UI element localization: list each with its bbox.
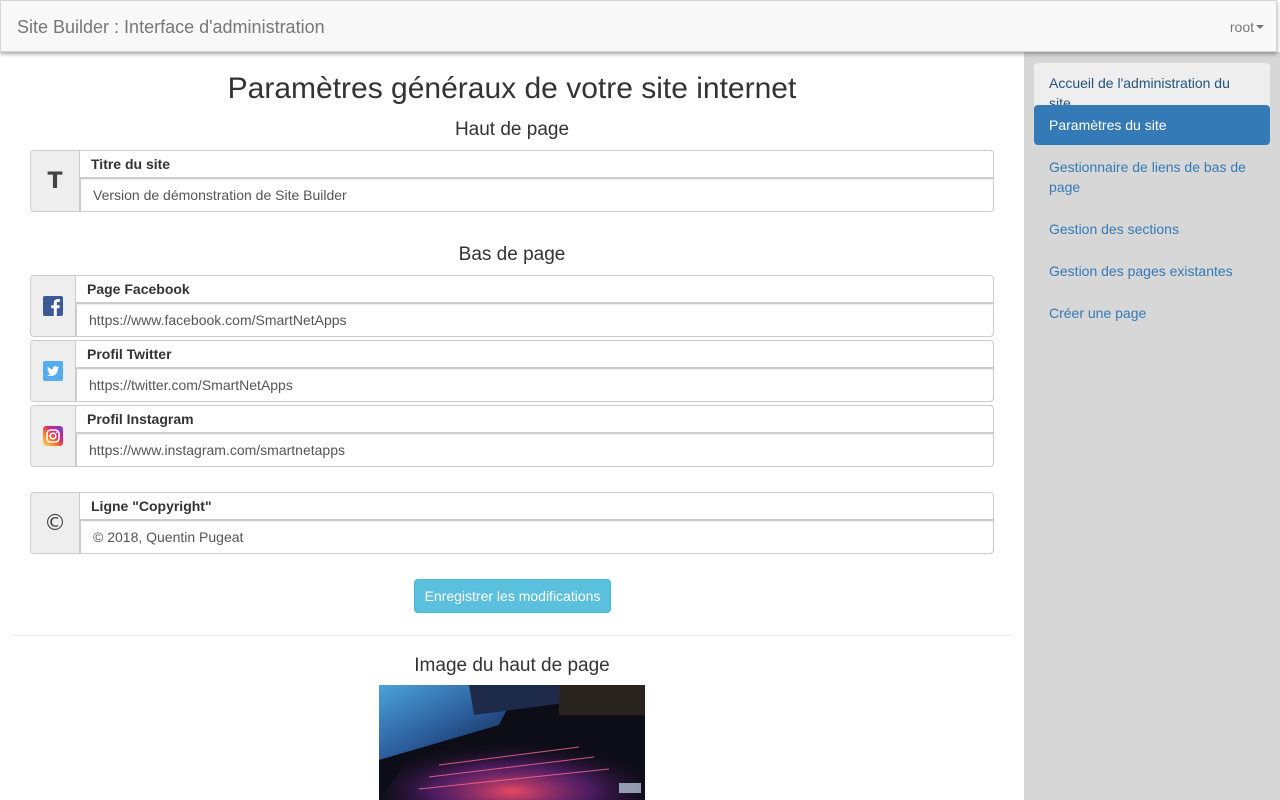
twitter-icon — [43, 361, 63, 381]
facebook-addon — [31, 276, 76, 336]
site-title-addon: T — [31, 151, 80, 211]
user-dropdown[interactable]: root — [1230, 19, 1264, 35]
site-title-label: Titre du site — [91, 156, 171, 172]
facebook-label: Page Facebook — [87, 281, 190, 297]
site-title-group: T Titre du site — [30, 150, 994, 212]
instagram-icon — [43, 426, 63, 446]
facebook-group: Page Facebook — [30, 275, 994, 337]
save-button[interactable]: Enregistrer les modifications — [414, 579, 611, 613]
copyright-addon: © — [31, 493, 80, 553]
sidebar-item-pages[interactable]: Gestion des pages existantes — [1034, 251, 1270, 291]
site-title-input[interactable] — [80, 178, 994, 212]
top-navbar: Site Builder : Interface d'administratio… — [0, 0, 1277, 52]
caret-down-icon — [1256, 25, 1264, 29]
twitter-addon — [31, 341, 76, 401]
header-image — [379, 685, 645, 800]
instagram-label: Profil Instagram — [87, 411, 194, 427]
header-image-title: Image du haut de page — [414, 655, 610, 676]
footer-section-title: Bas de page — [458, 244, 566, 265]
header-section-title: Haut de page — [454, 119, 570, 140]
copyright-input[interactable] — [80, 520, 994, 554]
divider — [10, 635, 1014, 636]
navbar-brand[interactable]: Site Builder : Interface d'administratio… — [17, 17, 325, 38]
text-icon: T — [47, 168, 63, 194]
twitter-label: Profil Twitter — [87, 346, 172, 362]
twitter-group: Profil Twitter — [30, 340, 994, 402]
copyright-group: © Ligne "Copyright" — [30, 492, 994, 554]
facebook-icon — [43, 296, 63, 316]
sidebar-item-create-page[interactable]: Créer une page — [1034, 293, 1270, 333]
copyright-icon: © — [44, 510, 66, 536]
facebook-url-input[interactable] — [76, 303, 994, 337]
sidebar-item-site-settings[interactable]: Paramètres du site — [1034, 105, 1270, 145]
admin-sidebar: Accueil de l'administration du site Para… — [1024, 52, 1280, 800]
main-content: Paramètres généraux de votre site intern… — [0, 52, 1024, 800]
copyright-label: Ligne "Copyright" — [91, 498, 212, 514]
instagram-group: Profil Instagram — [30, 405, 994, 467]
instagram-addon — [31, 406, 76, 466]
instagram-url-input[interactable] — [76, 433, 994, 467]
sidebar-item-sections[interactable]: Gestion des sections — [1034, 209, 1270, 249]
twitter-url-input[interactable] — [76, 368, 994, 402]
sidebar-item-footer-links[interactable]: Gestionnaire de liens de bas de page — [1034, 147, 1270, 207]
user-name: root — [1229, 19, 1254, 35]
page-title: Paramètres généraux de votre site intern… — [227, 72, 797, 105]
